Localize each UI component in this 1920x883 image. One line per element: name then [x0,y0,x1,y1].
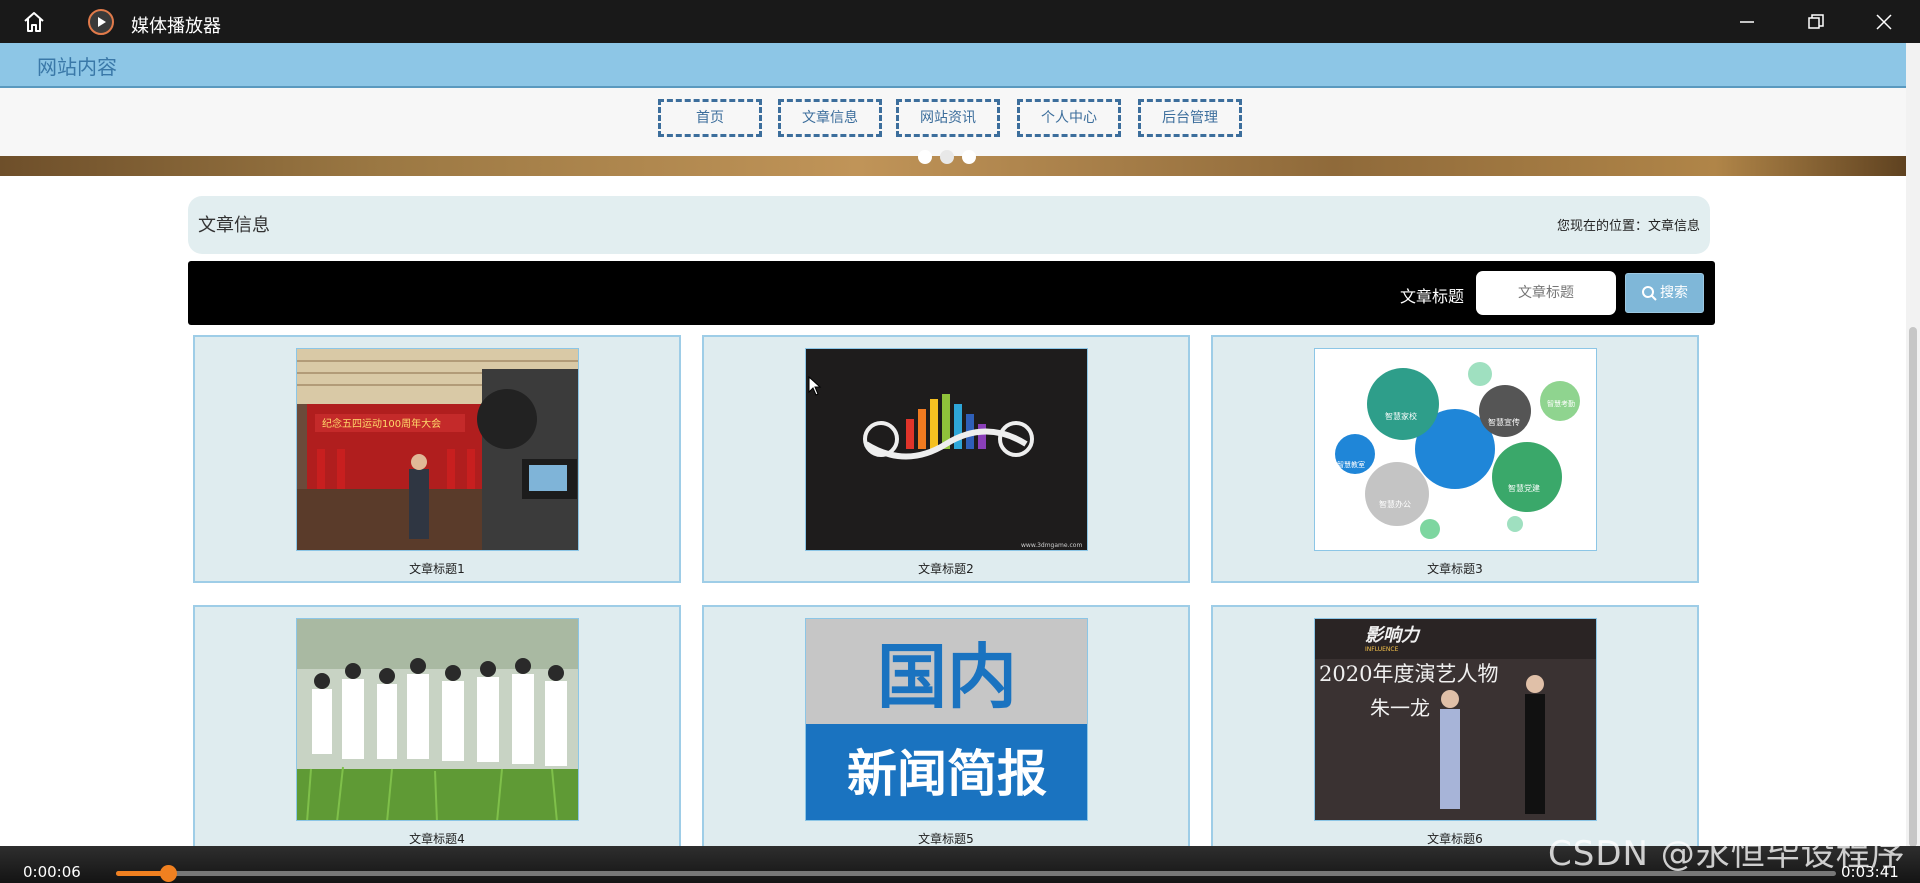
play-circle-icon [88,9,114,35]
article-image[interactable]: www.3dmgame.com [805,348,1088,551]
logo-text: 影响力 [1365,625,1421,646]
search-input[interactable] [1476,271,1616,315]
window-title: 媒体播放器 [131,16,221,37]
search-icon [1642,286,1657,301]
bubble-label: 智慧办公 [1379,499,1411,509]
bubble-label: 智慧教室 [1337,460,1365,469]
bubble-label: 智慧家校 [1385,411,1417,421]
article-image[interactable] [296,618,579,821]
scrollbar-thumb[interactable] [1909,327,1917,847]
nav-item-admin[interactable]: 后台管理 [1138,99,1242,137]
page-scrollbar[interactable] [1906,43,1920,847]
article-image[interactable]: 影响力 INFLUENCE 2020年度演艺人物 朱一龙 [1314,618,1597,821]
carousel-dot[interactable] [962,150,976,164]
image-headline: 国内 [877,635,1017,718]
article-title[interactable]: 文章标题2 [704,560,1188,577]
article-card[interactable]: 文章标题4 [193,605,681,853]
home-icon[interactable] [22,10,46,34]
article-title[interactable]: 文章标题5 [704,830,1188,847]
current-time: 0:00:06 [23,863,81,881]
nav-item-profile[interactable]: 个人中心 [1017,99,1121,137]
nav-item-news[interactable]: 网站资讯 [896,99,1000,137]
breadcrumb: 文章信息 您现在的位置：文章信息 [188,196,1710,254]
article-card[interactable]: 智慧家校 智慧宣传 智慧考勤 智慧党建 智慧办公 智慧教室 文章标题3 [1211,335,1699,583]
search-label: 文章标题 [1400,287,1465,306]
breadcrumb-location: 您现在的位置：文章信息 [1556,219,1700,234]
banner-image [0,150,1906,176]
image-watermark: www.3dmgame.com [1021,542,1082,549]
site-name[interactable]: 网站内容 [37,51,117,80]
image-headline: 2020年度演艺人物 [1319,662,1498,686]
carousel-dot[interactable] [940,150,954,164]
bubble-label: 智慧考勤 [1547,399,1575,408]
article-card[interactable]: 国内 新闻简报 文章标题5 [702,605,1190,853]
article-image[interactable]: 国内 新闻简报 [805,618,1088,821]
image-headline: 朱一龙 [1370,696,1430,720]
article-title[interactable]: 文章标题4 [195,830,679,847]
article-image[interactable]: 纪念五四运动100周年大会 [296,348,579,551]
banner-text: 纪念五四运动100周年大会 [322,417,441,430]
logo-subtext: INFLUENCE [1365,646,1399,653]
article-title[interactable]: 文章标题3 [1213,560,1697,577]
restore-icon[interactable] [1806,12,1826,32]
nav-item-articles[interactable]: 文章信息 [778,99,882,137]
nav-item-home[interactable]: 首页 [658,99,762,137]
close-icon[interactable] [1874,12,1894,32]
window-title-bar: 媒体播放器 [0,0,1920,43]
article-card[interactable]: 纪念五四运动100周年大会 文章标题1 [193,335,681,583]
article-card[interactable]: www.3dmgame.com 文章标题2 [702,335,1190,583]
bubble-label: 智慧党建 [1508,483,1540,493]
article-image[interactable]: 智慧家校 智慧宣传 智慧考勤 智慧党建 智慧办公 智慧教室 [1314,348,1597,551]
search-bar: 文章标题 搜索 [188,261,1715,325]
article-title[interactable]: 文章标题1 [195,560,679,577]
search-button[interactable]: 搜索 [1625,273,1704,313]
mouse-cursor [808,376,822,396]
minimize-icon[interactable] [1737,12,1757,32]
main-nav: 首页 文章信息 网站资讯 个人中心 后台管理 [0,88,1906,156]
site-header: 网站内容 [0,43,1906,88]
article-card[interactable]: 影响力 INFLUENCE 2020年度演艺人物 朱一龙 文章标题6 [1211,605,1699,853]
seek-handle[interactable] [159,865,177,882]
watermark: CSDN @永恒毕设程序 [1548,834,1906,874]
image-headline: 新闻简报 [847,744,1047,803]
page-title: 文章信息 [198,215,270,236]
bubble-label: 智慧宣传 [1488,417,1520,427]
carousel-dot[interactable] [918,150,932,164]
search-button-label: 搜索 [1660,285,1688,301]
